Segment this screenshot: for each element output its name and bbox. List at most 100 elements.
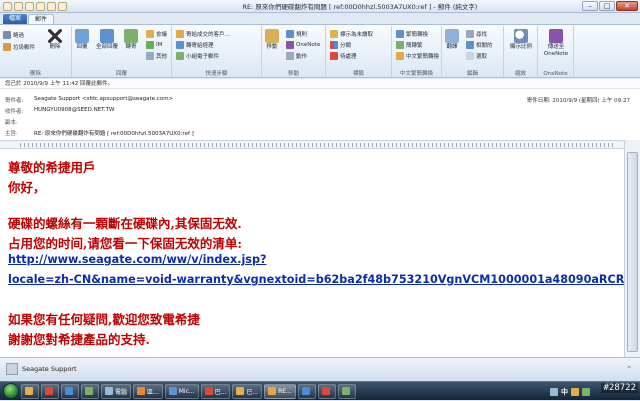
- group-zoom: 顯示比例 縮放: [504, 26, 538, 78]
- input-language[interactable]: 中: [561, 387, 568, 397]
- group-editing: 翻譯 尋找 相關的 選取 編輯: [442, 26, 504, 78]
- binoculars-icon: [466, 30, 474, 38]
- forward-icon: [124, 29, 138, 43]
- followup-button[interactable]: 待處理: [330, 52, 357, 60]
- taskbar-button-13[interactable]: [337, 383, 356, 399]
- taskbar-button-4[interactable]: [81, 383, 99, 399]
- minimize-button[interactable]: –: [582, 1, 598, 11]
- group-move: 移動 規則 OneNote 動作 移動: [262, 26, 326, 78]
- group-delete: 略過 垃圾郵件 刪除 刪除: [0, 26, 72, 78]
- onenote-large-icon: [549, 29, 563, 43]
- down-arrow-icon[interactable]: [47, 1, 56, 11]
- ruler-scale: [20, 143, 615, 147]
- move-button[interactable]: 移動: [265, 29, 279, 51]
- ignore-button[interactable]: 略過: [3, 31, 24, 39]
- redo-icon[interactable]: [25, 1, 34, 11]
- taskbar-button-12[interactable]: [317, 383, 336, 399]
- maximize-button[interactable]: □: [599, 1, 615, 11]
- vertical-scrollbar[interactable]: [624, 140, 640, 357]
- related-button[interactable]: 相關的: [466, 41, 493, 49]
- start-button[interactable]: [3, 383, 19, 399]
- find-button[interactable]: 尋找: [466, 30, 487, 38]
- more-respond-button[interactable]: 其他: [146, 52, 167, 60]
- trad-simp-button[interactable]: 繁簡轉換: [396, 30, 428, 38]
- group-quicksteps: 寄給成交的客戶... 轉寄給經理 小組電子郵件 快速步驟: [172, 26, 262, 78]
- sent-value: 2010/9/9 (星期四) 上午 09:27: [552, 98, 630, 104]
- taskbar-button-computer[interactable]: 電腦: [101, 383, 132, 399]
- from-value[interactable]: Seagate Support <sfdc.apsupport@seagate.…: [34, 96, 173, 102]
- reply-all-button[interactable]: 全部回覆: [96, 29, 118, 51]
- quickstep-team[interactable]: 小組電子郵件: [176, 52, 219, 60]
- rules-button[interactable]: 規則: [286, 30, 307, 38]
- app-icon: [301, 387, 310, 395]
- customize-icon[interactable]: [58, 1, 67, 11]
- group-delete-label: 刪除: [29, 71, 41, 77]
- forward-button[interactable]: 轉寄: [124, 29, 138, 51]
- taskbar-button-1[interactable]: [21, 383, 39, 399]
- tray-icon[interactable]: [571, 387, 579, 396]
- actions-icon: [286, 52, 294, 60]
- group-onenote-label: OneNote: [543, 71, 568, 77]
- simp-trad-button[interactable]: 簡轉繁: [396, 41, 423, 49]
- translate-button[interactable]: 翻譯: [445, 29, 459, 51]
- tab-file[interactable]: 檔案: [3, 14, 28, 24]
- taskbar-button-8[interactable]: 巴...: [200, 383, 231, 399]
- zoom-button[interactable]: 顯示比例: [507, 29, 535, 51]
- taskbar: 電腦 區... Mic... 巴... 已... RE... 中: [0, 381, 640, 400]
- meeting-button[interactable]: 會議: [146, 30, 167, 38]
- network-icon[interactable]: [550, 387, 558, 396]
- warranty-link-line-2[interactable]: locale=zh-CN&name=void-warranty&vgnextoi…: [8, 273, 624, 286]
- hello-line: 你好，: [8, 180, 46, 195]
- send-onenote-button[interactable]: 傳送至 OneNote: [541, 29, 571, 57]
- reply-icon: [75, 29, 89, 43]
- people-pane: Seagate Support ⌃: [0, 357, 640, 381]
- simp-trad-icon: [396, 41, 404, 49]
- tab-message[interactable]: 郵件: [28, 14, 55, 24]
- quickstep-customer[interactable]: 寄給成交的客戶...: [176, 30, 230, 38]
- taskbar-button-outlook[interactable]: RE...: [264, 383, 296, 399]
- select-button[interactable]: 選取: [466, 52, 487, 60]
- more-icon: [146, 52, 154, 60]
- contact-line: 如果您有任何疑問,歡迎您致電希捷: [8, 312, 200, 327]
- taskbar-button-9[interactable]: 已...: [232, 383, 263, 399]
- reply-infobar: 您已於 2010/9/9 上午 11:42 回覆此郵件。: [0, 79, 640, 89]
- warranty-link-line-1[interactable]: http://www.seagate.com/ww/v/index.jsp?: [8, 253, 266, 266]
- up-arrow-icon[interactable]: [36, 1, 45, 11]
- app-icon: [137, 387, 146, 395]
- chinese-convert-button[interactable]: 中文繁簡轉換: [396, 52, 439, 60]
- message-body[interactable]: 尊敬的希捷用戶 你好， 硬碟的螺絲有一顆斷在硬碟內,其保固无效. 占用您的时间,…: [0, 149, 624, 357]
- people-pane-sender[interactable]: Seagate Support: [22, 365, 77, 373]
- taskbar-button-2[interactable]: [41, 383, 59, 399]
- quickstep-manager[interactable]: 轉寄給經理: [176, 41, 214, 49]
- taskbar-button-11[interactable]: [297, 383, 316, 399]
- undo-icon[interactable]: [14, 1, 23, 11]
- onenote-move-button[interactable]: OneNote: [286, 41, 320, 49]
- actions-button[interactable]: 動作: [286, 52, 307, 60]
- group-zoom-label: 縮放: [514, 71, 526, 77]
- delete-icon: [48, 29, 62, 43]
- im-button[interactable]: IM: [146, 41, 162, 49]
- taskbar-button-mic[interactable]: Mic...: [164, 383, 199, 399]
- reply-all-icon: [100, 29, 114, 43]
- mark-unread-button[interactable]: 標示為未讀取: [330, 30, 373, 38]
- app-icon: [168, 387, 177, 395]
- scroll-thumb[interactable]: [627, 152, 638, 352]
- group-editing-label: 編輯: [466, 71, 478, 77]
- ruler: [0, 140, 640, 149]
- taskbar-button-6[interactable]: 區...: [133, 383, 163, 399]
- save-icon[interactable]: [3, 1, 12, 11]
- close-button[interactable]: ✕: [616, 1, 638, 11]
- to-value[interactable]: HUNGYU0908@SEED.NET.TW: [34, 107, 114, 113]
- reply-button[interactable]: 回覆: [75, 29, 89, 51]
- chevron-up-icon[interactable]: ⌃: [626, 365, 632, 373]
- group-tags: 標示為未讀取 分類 待處理 標籤: [326, 26, 392, 78]
- junk-button[interactable]: 垃圾郵件: [3, 43, 35, 51]
- folder-icon: [265, 29, 279, 43]
- group-chinese: 繁簡轉換 簡轉繁 中文繁簡轉換 中文繁簡轉換: [392, 26, 442, 78]
- tray-icon[interactable]: [582, 387, 590, 396]
- taskbar-button-3[interactable]: [61, 383, 79, 399]
- subject-value: RE: 原來你們硬碟翻炸有問題 [ ref:00D0hhzl.5003A7UX0…: [34, 131, 194, 137]
- categorize-button[interactable]: 分類: [330, 41, 351, 49]
- quick-access-toolbar: [0, 1, 67, 11]
- delete-button[interactable]: 刪除: [48, 29, 62, 51]
